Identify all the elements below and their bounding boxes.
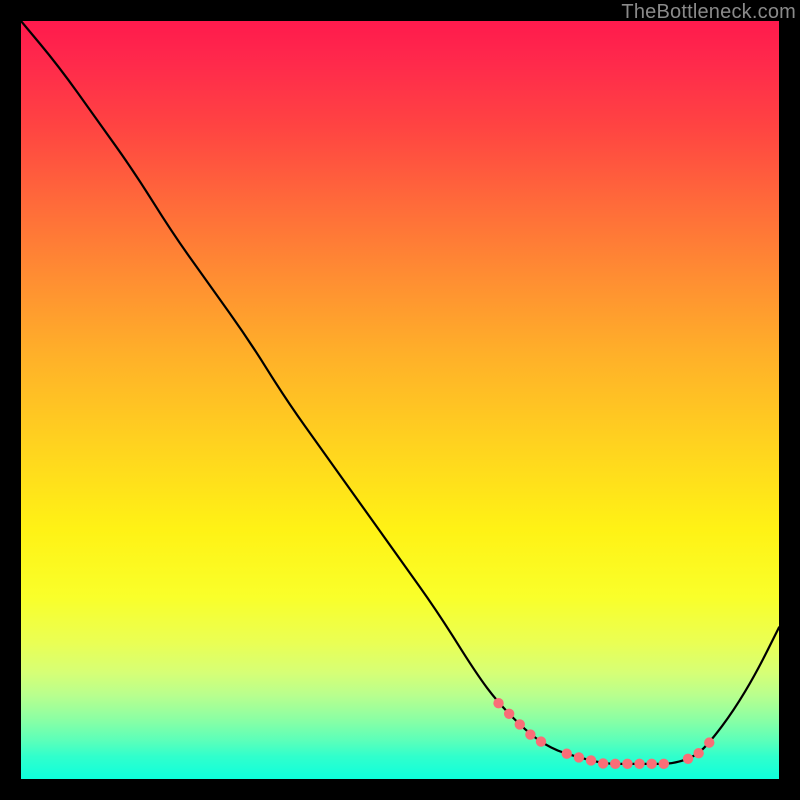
bottleneck-chart [21, 21, 779, 779]
curve-dot [493, 698, 503, 708]
curve-dot [610, 759, 620, 769]
curve-dot [525, 729, 535, 739]
curve-dot [683, 754, 693, 764]
curve-dot-markers [493, 698, 714, 769]
curve-dot [574, 752, 584, 762]
curve-dot [536, 736, 546, 746]
curve-dot [622, 759, 632, 769]
curve-dot [646, 759, 656, 769]
curve-dot [598, 758, 608, 768]
bottleneck-curve [21, 21, 779, 764]
curve-dot [693, 748, 703, 758]
curve-dot [659, 759, 669, 769]
curve-dot [504, 709, 514, 719]
curve-dot [634, 759, 644, 769]
curve-dot [586, 755, 596, 765]
curve-dot [562, 749, 572, 759]
curve-dot [704, 737, 714, 747]
curve-dot [515, 719, 525, 729]
watermark-text: TheBottleneck.com [621, 1, 796, 24]
chart-frame [21, 21, 779, 779]
